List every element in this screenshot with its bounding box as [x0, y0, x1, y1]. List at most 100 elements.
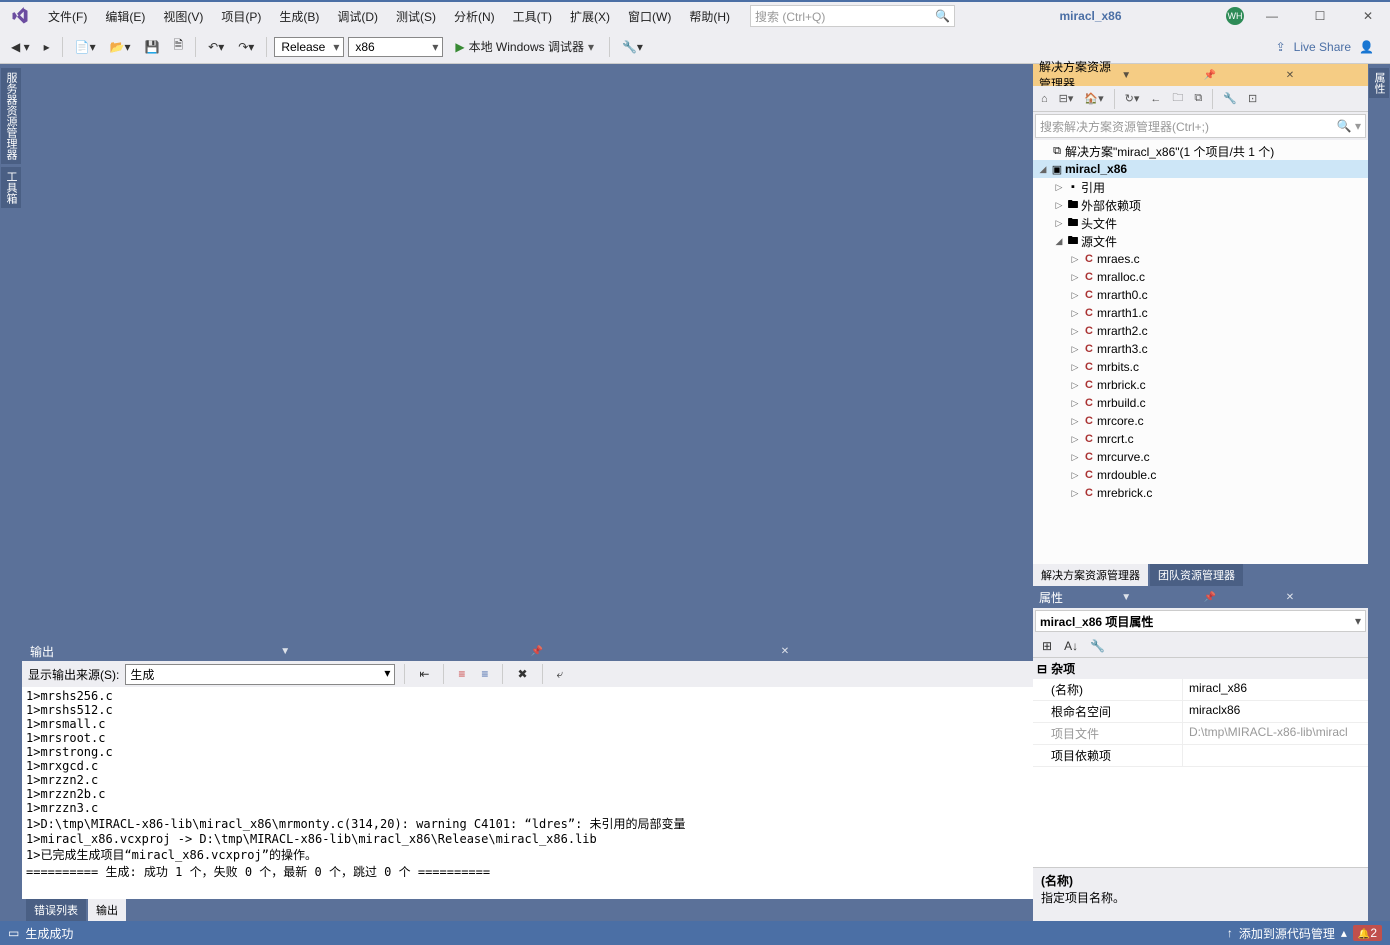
close-icon[interactable]: ✕ — [1286, 70, 1362, 81]
tree-item[interactable]: ▷Cmrcurve.c — [1033, 448, 1368, 466]
indent-left-button[interactable]: ≡ — [453, 664, 470, 684]
source-control-button[interactable]: 添加到源代码管理 — [1239, 925, 1335, 942]
preview-icon[interactable]: ⊡ — [1244, 90, 1261, 107]
tree-item[interactable]: ◢🖿源文件 — [1033, 232, 1368, 250]
expand-icon[interactable]: ▷ — [1069, 254, 1081, 265]
open-file-button[interactable]: 📂▾ — [105, 37, 136, 57]
tree-item[interactable]: ▷Cmrarth3.c — [1033, 340, 1368, 358]
menu-analyze[interactable]: 分析(N) — [446, 4, 503, 29]
maximize-button[interactable]: ☐ — [1300, 2, 1340, 30]
tree-item[interactable]: ▷Cmrbrick.c — [1033, 376, 1368, 394]
wrap-toggle-button[interactable]: ⤶ — [552, 664, 569, 685]
properties-icon[interactable]: 🔧 — [1219, 90, 1241, 107]
tab-team-explorer[interactable]: 团队资源管理器 — [1150, 564, 1243, 586]
new-project-button[interactable]: 📄▾ — [70, 37, 101, 57]
solution-config-dropdown[interactable]: Release — [274, 37, 344, 57]
nav-back-button[interactable]: ◀ ▾ — [6, 37, 35, 57]
property-row-deps[interactable]: 项目依赖项 — [1033, 745, 1368, 767]
expand-icon[interactable]: ▷ — [1069, 272, 1081, 283]
expand-icon[interactable]: ▷ — [1069, 308, 1081, 319]
menu-window[interactable]: 窗口(W) — [620, 4, 679, 29]
tree-item[interactable]: ▷Cmrbits.c — [1033, 358, 1368, 376]
solution-explorer-title[interactable]: 解决方案资源管理器 ▼ 📌 ✕ — [1033, 64, 1368, 86]
tree-item[interactable]: ◢▣miracl_x86 — [1033, 160, 1368, 178]
undo-button[interactable]: ↶▾ — [203, 37, 229, 57]
tree-item[interactable]: ▷Cmrcrt.c — [1033, 430, 1368, 448]
expand-icon[interactable]: ▷ — [1053, 200, 1065, 211]
solution-search-input[interactable]: 搜索解决方案资源管理器(Ctrl+;) 🔍 ▾ — [1035, 114, 1366, 138]
redo-button[interactable]: ↷▾ — [233, 37, 259, 57]
prop-value[interactable]: miracl_x86 — [1183, 679, 1368, 700]
global-search-input[interactable]: 搜索 (Ctrl+Q) 🔍 — [750, 5, 955, 27]
copy-icon[interactable]: ⧉ — [1190, 90, 1206, 107]
expand-icon[interactable]: ▷ — [1069, 380, 1081, 391]
alphabetical-icon[interactable]: A↓ — [1059, 636, 1083, 656]
close-button[interactable]: ✕ — [1348, 2, 1388, 30]
property-row-namespace[interactable]: 根命名空间 miraclx86 — [1033, 701, 1368, 723]
expand-icon[interactable]: ▷ — [1069, 488, 1081, 499]
save-all-button[interactable]: 🗎 — [169, 33, 189, 60]
tree-item[interactable]: ▷🖿头文件 — [1033, 214, 1368, 232]
tree-item[interactable]: ▷Cmrdouble.c — [1033, 466, 1368, 484]
prop-value[interactable] — [1183, 745, 1368, 766]
expand-icon[interactable]: ▷ — [1069, 416, 1081, 427]
tree-item[interactable]: ▷Cmrebrick.c — [1033, 484, 1368, 502]
output-text[interactable]: 1>mrshs256.c 1>mrshs512.c 1>mrsmall.c 1>… — [22, 687, 1033, 899]
expand-icon[interactable]: ▷ — [1053, 218, 1065, 229]
back-icon[interactable]: ← — [1146, 91, 1165, 107]
pin-icon[interactable]: 📌 — [1204, 592, 1280, 603]
solution-tree[interactable]: ⧉解决方案"miracl_x86"(1 个项目/共 1 个)◢▣miracl_x… — [1033, 140, 1368, 564]
expand-icon[interactable]: ▷ — [1069, 470, 1081, 481]
save-button[interactable]: 💾 — [140, 37, 165, 57]
expand-icon[interactable]: ▷ — [1069, 326, 1081, 337]
tab-toolbox[interactable]: 工具箱 — [1, 167, 21, 208]
expand-icon[interactable]: ▷ — [1069, 290, 1081, 301]
expand-icon[interactable]: ▷ — [1069, 434, 1081, 445]
notifications-button[interactable]: 🔔2 — [1353, 925, 1382, 941]
menu-test[interactable]: 测试(S) — [388, 4, 444, 29]
indent-right-button[interactable]: ≡ — [476, 664, 493, 684]
tree-item[interactable]: ▷Cmrarth1.c — [1033, 304, 1368, 322]
wrench-icon[interactable]: 🔧 — [1085, 636, 1110, 656]
tree-item[interactable]: ▷Cmrbuild.c — [1033, 394, 1368, 412]
expand-icon[interactable]: ◢ — [1037, 164, 1049, 175]
expand-icon[interactable]: ▷ — [1069, 398, 1081, 409]
tab-error-list[interactable]: 错误列表 — [26, 899, 86, 921]
tab-output[interactable]: 输出 — [88, 899, 126, 921]
output-panel-title[interactable]: 输出 ▼ 📌 ✕ — [22, 641, 1033, 661]
close-icon[interactable]: ✕ — [781, 646, 1025, 657]
collapse-icon[interactable]: ⊟▾ — [1055, 90, 1078, 107]
chevron-down-icon[interactable]: ▼ — [1121, 592, 1197, 603]
menu-help[interactable]: 帮助(H) — [681, 4, 738, 29]
feedback-icon[interactable]: 👤 — [1359, 40, 1374, 54]
liveshare-button[interactable]: Live Share — [1294, 40, 1351, 54]
prop-value[interactable]: miraclx86 — [1183, 701, 1368, 722]
show-all-icon[interactable]: 🗀 — [1168, 87, 1187, 110]
properties-title[interactable]: 属性 ▼ 📌 ✕ — [1033, 586, 1368, 608]
sync-icon[interactable]: 🏠▾ — [1080, 90, 1107, 107]
solution-platform-dropdown[interactable]: x86 — [348, 37, 443, 57]
chevron-down-icon[interactable]: ▼ — [280, 646, 524, 657]
menu-tools[interactable]: 工具(T) — [505, 4, 560, 29]
property-category[interactable]: ⊟杂项 — [1033, 658, 1368, 679]
tab-server-explorer[interactable]: 服务器资源管理器 — [1, 68, 21, 164]
home-icon[interactable]: ⌂ — [1037, 91, 1052, 107]
property-row-name[interactable]: (名称) miracl_x86 — [1033, 679, 1368, 701]
nav-fwd-button[interactable]: ▸ — [39, 37, 55, 57]
output-source-dropdown[interactable]: 生成 — [125, 664, 395, 685]
expand-icon[interactable]: ◢ — [1053, 236, 1065, 247]
pin-icon[interactable]: 📌 — [1204, 70, 1280, 81]
expand-icon[interactable]: ▷ — [1069, 344, 1081, 355]
user-avatar[interactable]: WH — [1226, 7, 1244, 25]
chevron-down-icon[interactable]: ▼ — [1121, 70, 1197, 81]
refresh-icon[interactable]: ↻▾ — [1121, 90, 1144, 107]
categorized-icon[interactable]: ⊞ — [1037, 636, 1057, 656]
tree-item[interactable]: ▷🖿外部依赖项 — [1033, 196, 1368, 214]
menu-project[interactable]: 项目(P) — [213, 4, 269, 29]
tree-item[interactable]: ▷Cmrarth2.c — [1033, 322, 1368, 340]
tree-item[interactable]: ▷▪引用 — [1033, 178, 1368, 196]
menu-debug[interactable]: 调试(D) — [329, 4, 386, 29]
properties-grid[interactable]: ⊟杂项 (名称) miracl_x86 根命名空间 miraclx86 项目文件… — [1033, 658, 1368, 867]
toolbar-ext-button[interactable]: 🔧▾ — [617, 37, 648, 57]
menu-extensions[interactable]: 扩展(X) — [562, 4, 618, 29]
